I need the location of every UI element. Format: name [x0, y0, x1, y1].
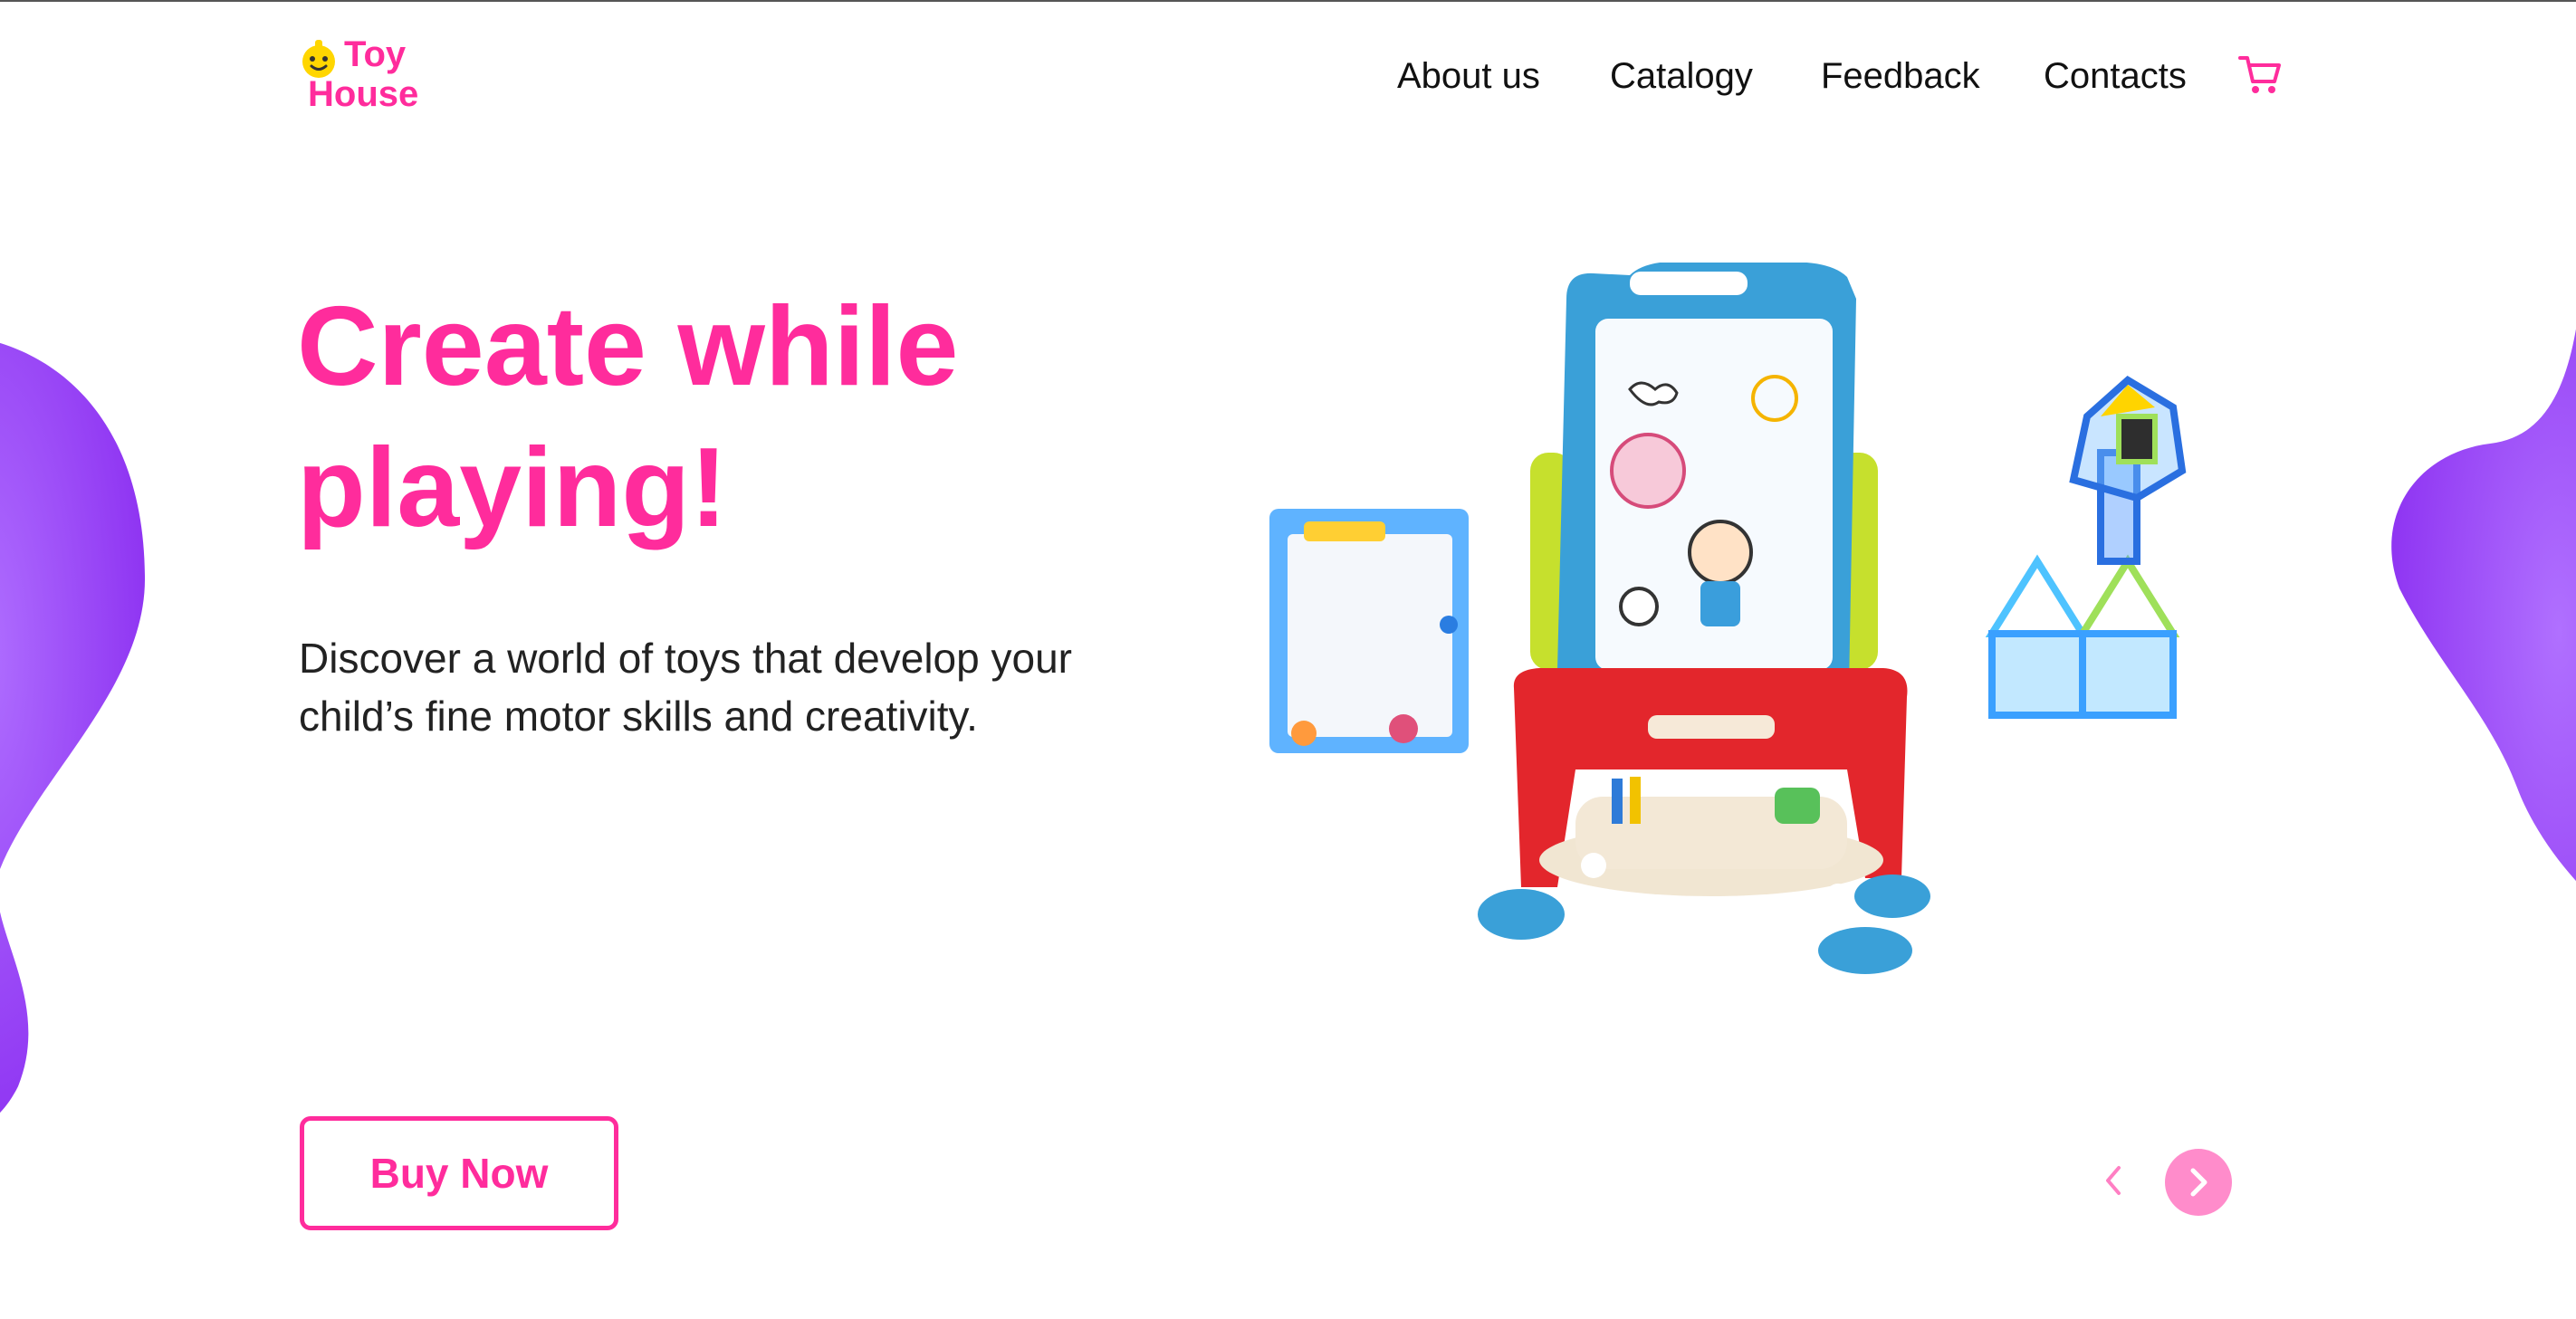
logo[interactable]: Toy House — [297, 34, 433, 121]
hero-subtitle-line-1: Discover a world of toys that develop yo… — [299, 635, 1072, 682]
purple-blob-right — [2391, 329, 2576, 881]
hero-subtitle: Discover a world of toys that develop yo… — [299, 629, 1114, 745]
chevron-right-icon — [2190, 1168, 2207, 1197]
shopping-cart-icon[interactable] — [2236, 51, 2284, 98]
magnetic-tiles-tower — [1985, 376, 2187, 719]
easel — [1478, 263, 1930, 974]
carousel-next-button[interactable] — [2165, 1149, 2232, 1216]
site-header: Toy House About us Catalogy Feedback Con… — [0, 0, 2576, 145]
nav-link-about-us[interactable]: About us — [1397, 53, 1540, 100]
logo-text-house: House — [308, 74, 419, 114]
purple-blob-left — [0, 343, 145, 1113]
nav-link-feedback[interactable]: Feedback — [1821, 53, 1980, 100]
nav-link-catalog[interactable]: Catalogy — [1610, 53, 1753, 100]
water-drawing-mat — [1269, 509, 1469, 753]
hero-title-line-1: Create while — [297, 284, 959, 409]
hero-title-line-2: playing! — [297, 425, 728, 550]
drawing-easel-toy-image — [1269, 263, 2187, 974]
buy-now-button[interactable]: Buy Now — [300, 1116, 618, 1230]
hero-subtitle-line-2: child’s fine motor skills and creativity… — [299, 693, 978, 740]
logo-text-toy: Toy — [344, 34, 407, 74]
hero-title: Create while playing! — [297, 276, 1202, 559]
chevron-left-icon[interactable] — [2092, 1148, 2133, 1213]
nav-link-contacts[interactable]: Contacts — [2044, 53, 2187, 100]
